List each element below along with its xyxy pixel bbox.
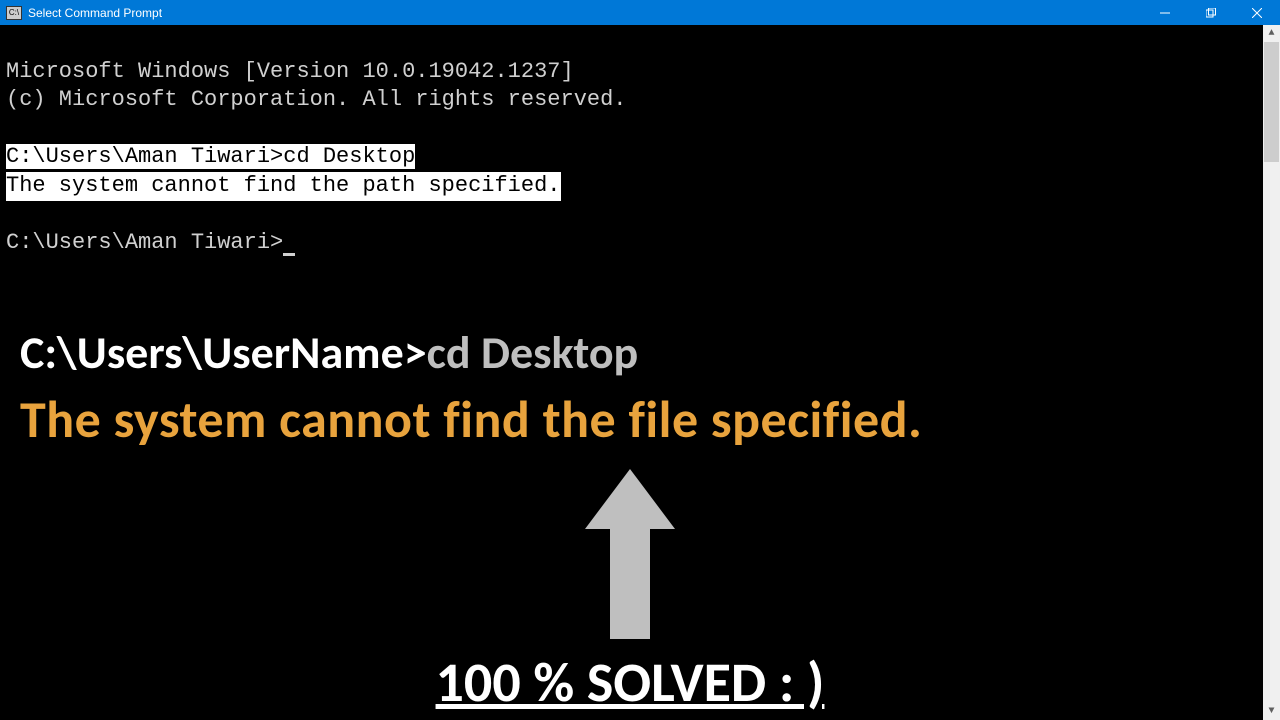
copyright-line: (c) Microsoft Corporation. All rights re… <box>6 87 627 112</box>
overlay-cmd-text: cd Desktop <box>427 325 639 381</box>
cursor-icon <box>283 253 295 256</box>
overlay-error-text: The system cannot find the file specifie… <box>20 387 1240 451</box>
terminal-content: Microsoft Windows [Version 10.0.19042.12… <box>0 25 1280 262</box>
minimize-button[interactable] <box>1142 0 1188 25</box>
up-arrow-icon <box>585 469 675 639</box>
version-line: Microsoft Windows [Version 10.0.19042.12… <box>6 59 574 84</box>
prompt-line-1: C:\Users\Aman Tiwari>cd Desktop <box>6 144 415 169</box>
error-line-1: The system cannot find the path specifie… <box>6 172 561 201</box>
scroll-thumb[interactable] <box>1264 42 1279 162</box>
prompt-line-2: C:\Users\Aman Tiwari> <box>6 230 295 255</box>
prompt-2: C:\Users\Aman Tiwari> <box>6 230 283 255</box>
window-title: Select Command Prompt <box>28 6 1142 20</box>
scroll-down-icon[interactable]: ▼ <box>1263 703 1280 720</box>
close-button[interactable] <box>1234 0 1280 25</box>
terminal-body[interactable]: Microsoft Windows [Version 10.0.19042.12… <box>0 25 1280 720</box>
window-controls <box>1142 0 1280 25</box>
scroll-up-icon[interactable]: ▲ <box>1263 25 1280 42</box>
command-1: cd Desktop <box>283 144 415 169</box>
maximize-button[interactable] <box>1188 0 1234 25</box>
window-titlebar: C:\ Select Command Prompt <box>0 0 1280 25</box>
cmd-icon: C:\ <box>6 6 22 20</box>
overlay-prompt: C:\Users\UserName> <box>20 325 427 381</box>
overlay: C:\Users\UserName>cd Desktop The system … <box>20 325 1240 717</box>
overlay-cmd-line: C:\Users\UserName>cd Desktop <box>20 325 1240 381</box>
vertical-scrollbar[interactable]: ▲ ▼ <box>1263 25 1280 720</box>
solved-text: 100 % SOLVED : ) <box>20 649 1240 717</box>
prompt-1: C:\Users\Aman Tiwari> <box>6 144 283 169</box>
